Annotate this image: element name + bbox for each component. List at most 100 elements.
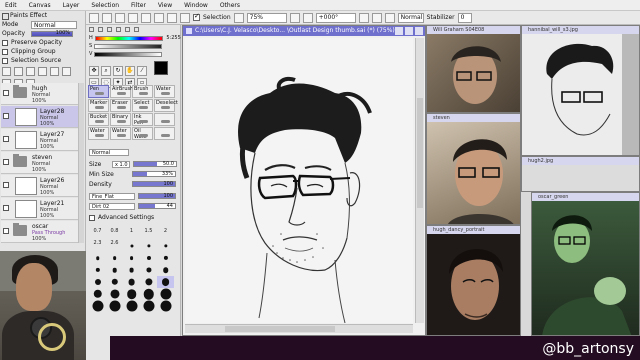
- brush-size-preset[interactable]: [157, 264, 174, 276]
- new-layer-icon[interactable]: [2, 67, 11, 76]
- stabilizer-select[interactable]: 0: [457, 12, 472, 23]
- brush-size-preset[interactable]: [89, 300, 106, 312]
- brush-size-preset[interactable]: [157, 276, 174, 288]
- drawing-canvas[interactable]: [185, 38, 413, 323]
- rotate-icon[interactable]: [180, 12, 190, 23]
- rotate-left-icon[interactable]: [358, 12, 369, 23]
- clipping-group-row[interactable]: Clipping Group: [0, 47, 85, 56]
- tool-empty-2[interactable]: [154, 127, 175, 140]
- new-linework-icon[interactable]: [14, 67, 23, 76]
- tool-bucket[interactable]: Bucket: [88, 113, 109, 126]
- scratchpad-icon[interactable]: [134, 27, 139, 32]
- reference-window-2[interactable]: hannibal_will_s3.jpg: [521, 25, 640, 156]
- brush-size-preset[interactable]: [89, 252, 106, 264]
- reference-window-5[interactable]: hugh2.jpg: [521, 156, 640, 192]
- brush-size-preset[interactable]: 2: [157, 228, 174, 240]
- tool-binary[interactable]: Binary: [110, 113, 131, 126]
- delete-layer-icon[interactable]: [62, 67, 71, 76]
- fit-icon[interactable]: [89, 12, 99, 23]
- visibility-icon[interactable]: [3, 90, 9, 96]
- brush-size-preset[interactable]: [140, 300, 157, 312]
- tool-oil-water[interactable]: Oil Wate: [132, 127, 153, 140]
- texture-select[interactable]: Fine_Flat: [89, 192, 135, 200]
- zoom-plus-icon[interactable]: [302, 12, 313, 23]
- blending-select[interactable]: Dirt 02: [89, 202, 135, 210]
- tool-brush[interactable]: Brush: [132, 85, 153, 98]
- zoom-icon[interactable]: ⌕: [101, 66, 111, 76]
- texture-slider[interactable]: 100: [138, 193, 176, 199]
- brush-size-preset[interactable]: [106, 264, 123, 276]
- brush-size-preset[interactable]: [157, 300, 174, 312]
- hsv-slider-icon[interactable]: [107, 27, 112, 32]
- brush-size-preset[interactable]: [123, 276, 140, 288]
- flip-h-icon[interactable]: [384, 12, 395, 23]
- eyedropper-icon[interactable]: ⁄: [137, 66, 147, 76]
- visibility-icon[interactable]: [3, 228, 9, 234]
- zoom-field[interactable]: 75%: [246, 12, 287, 23]
- zoom-in-icon[interactable]: [102, 12, 112, 23]
- brush-size-preset[interactable]: 0.8: [106, 228, 123, 240]
- color-wheel-icon[interactable]: [89, 27, 94, 32]
- advanced-settings-checkbox[interactable]: [89, 214, 95, 221]
- tool-airbrush[interactable]: AirBrush: [110, 85, 133, 98]
- brush-size-preset[interactable]: [140, 252, 157, 264]
- visibility-icon[interactable]: [3, 205, 9, 211]
- brush-size-preset[interactable]: [157, 288, 174, 300]
- brush-size-preset[interactable]: 2.3: [89, 240, 106, 252]
- value-slider[interactable]: [94, 51, 163, 57]
- hue-slider[interactable]: [94, 35, 163, 41]
- menu-selection[interactable]: Selection: [91, 2, 119, 9]
- layer-scrollbar[interactable]: [78, 83, 84, 243]
- clipping-group-checkbox[interactable]: [2, 48, 8, 55]
- invert-icon[interactable]: [154, 12, 164, 23]
- brush-mode-select[interactable]: Normal: [89, 148, 129, 156]
- density-slider[interactable]: 100: [132, 181, 176, 187]
- brush-size-preset[interactable]: [140, 240, 157, 252]
- zoom-out-icon[interactable]: [115, 12, 125, 23]
- menu-canvas[interactable]: Canvas: [29, 2, 51, 9]
- tool-empty-1[interactable]: [154, 113, 175, 126]
- brush-size-preset[interactable]: [140, 264, 157, 276]
- brush-size-preset[interactable]: [123, 240, 140, 252]
- brush-size-preset[interactable]: [89, 264, 106, 276]
- brush-size-preset[interactable]: [140, 288, 157, 300]
- tool-water-2[interactable]: Water: [88, 127, 109, 140]
- saturation-slider[interactable]: [94, 43, 163, 49]
- layer-folder-steven[interactable]: steven Normal 100%: [1, 152, 84, 174]
- layer-row-27[interactable]: Layer27 Normal 100%: [1, 129, 84, 151]
- maximize-icon[interactable]: [405, 27, 413, 35]
- hand-icon[interactable]: ✋: [125, 66, 135, 76]
- brush-size-preset[interactable]: [157, 240, 174, 252]
- canvas-vertical-scrollbar[interactable]: [415, 38, 424, 323]
- zoom-minus-icon[interactable]: [289, 12, 300, 23]
- tool-water[interactable]: Water: [154, 85, 175, 98]
- visibility-icon[interactable]: [3, 182, 9, 188]
- brush-size-preset[interactable]: [106, 252, 123, 264]
- menu-others[interactable]: Others: [220, 2, 240, 9]
- brush-size-preset[interactable]: [106, 276, 123, 288]
- tool-pen[interactable]: Pen: [88, 85, 109, 98]
- tool-water-3[interactable]: Water: [110, 127, 131, 140]
- reference-window-3[interactable]: steven: [426, 113, 521, 225]
- layer-folder-hugh[interactable]: hugh Normal 100%: [1, 83, 84, 105]
- flip-icon[interactable]: [167, 12, 177, 23]
- menu-window[interactable]: Window: [184, 2, 208, 9]
- swatches-icon[interactable]: [125, 27, 130, 32]
- reference-window-4[interactable]: hugh_dancy_portrait: [426, 225, 521, 336]
- brush-size-preset[interactable]: [123, 252, 140, 264]
- rotate-icon[interactable]: ↻: [113, 66, 123, 76]
- clear-layer-icon[interactable]: [50, 67, 59, 76]
- canvas-horizontal-scrollbar[interactable]: [185, 324, 413, 333]
- move-icon[interactable]: ✥: [89, 66, 99, 76]
- copy-layer-icon[interactable]: [38, 67, 47, 76]
- zoom-down-icon[interactable]: [233, 12, 244, 23]
- min-size-slider[interactable]: 33%: [132, 171, 176, 177]
- deselect-icon[interactable]: [141, 12, 151, 23]
- reference-window-6[interactable]: oscar_green: [531, 192, 640, 336]
- brush-size-preset[interactable]: [157, 252, 174, 264]
- angle-field[interactable]: +000°: [315, 12, 356, 23]
- brush-size-preset[interactable]: [123, 288, 140, 300]
- menu-filter[interactable]: Filter: [131, 2, 146, 9]
- tool-ink-pen[interactable]: Ink Pen: [132, 113, 153, 126]
- size-slider[interactable]: 50.0: [133, 161, 177, 167]
